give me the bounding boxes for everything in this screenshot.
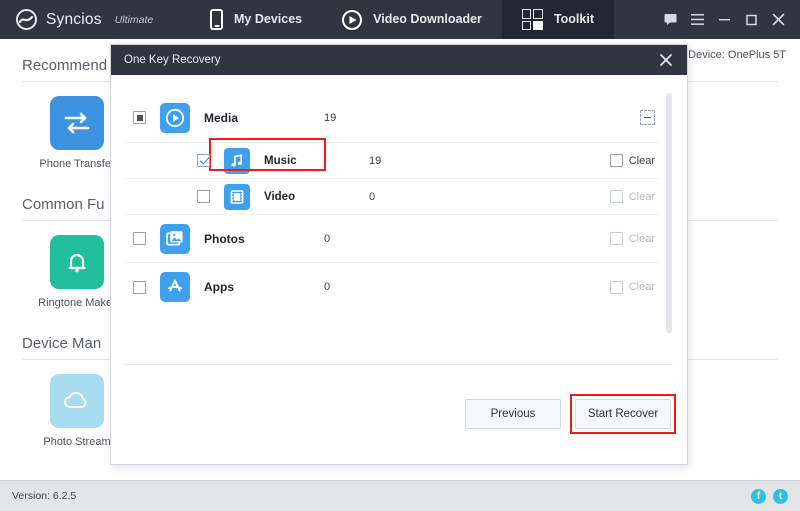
checkbox-clear-apps: [609, 280, 623, 294]
clear-control-music[interactable]: Clear: [609, 154, 659, 167]
syncios-logo-icon: [16, 9, 37, 30]
clear-label-apps: Clear: [628, 281, 655, 293]
row-label-music: Music: [264, 154, 297, 167]
maximize-icon[interactable]: [738, 0, 765, 39]
row-label-video: Video: [264, 190, 296, 203]
start-recover-button-wrap: Start Recover: [570, 394, 676, 434]
brand: Syncios Ultimate: [0, 0, 190, 39]
clear-label-music: Clear: [628, 154, 655, 167]
checkbox-photos[interactable]: [133, 232, 146, 245]
twitter-icon[interactable]: t: [773, 488, 788, 504]
tab-video-downloader[interactable]: Video Downloader: [322, 0, 502, 39]
tab-toolkit-label: Toolkit: [553, 12, 594, 27]
phone-icon: [210, 9, 223, 30]
checkbox-video[interactable]: [197, 190, 210, 203]
brand-edition: Ultimate: [114, 13, 154, 26]
clear-label-photos: Clear: [628, 232, 655, 245]
table-row[interactable]: Media 19: [125, 93, 659, 143]
modal-title: One Key Recovery: [124, 54, 221, 66]
checkbox-clear-photos: [609, 232, 623, 245]
row-label-photos: Photos: [204, 231, 245, 246]
version-label: Version: 6.2.5: [12, 490, 77, 502]
collapse-icon[interactable]: [640, 110, 655, 125]
tab-my-devices-label: My Devices: [234, 12, 303, 27]
transfer-arrows-icon: [50, 96, 104, 150]
row-count-music: 19: [369, 154, 382, 167]
title-bar: Syncios Ultimate My Devices Video Downlo…: [0, 0, 800, 39]
row-label-apps: Apps: [204, 280, 234, 294]
previous-button[interactable]: Previous: [465, 399, 561, 429]
facebook-icon[interactable]: f: [751, 488, 766, 504]
feedback-icon[interactable]: [657, 0, 684, 39]
one-key-recovery-dialog: One Key Recovery Media 19 Music 19 Clear…: [110, 44, 688, 465]
syncios-window: Syncios Ultimate My Devices Video Downlo…: [0, 0, 800, 511]
checkbox-clear-music[interactable]: [609, 154, 623, 167]
row-count-photos: 0: [324, 232, 331, 245]
minimize-icon[interactable]: [711, 0, 738, 39]
grid-icon: [521, 9, 543, 30]
row-count-video: 0: [369, 190, 376, 203]
row-count-apps: 0: [324, 281, 331, 293]
bell-icon: [50, 235, 104, 289]
scrollbar[interactable]: [665, 93, 673, 355]
clear-control-photos: Clear: [609, 232, 659, 245]
clear-control-apps: Clear: [609, 280, 659, 294]
modal-header: One Key Recovery: [111, 45, 687, 75]
social-links: f t: [751, 488, 788, 504]
cloud-icon: [50, 374, 104, 428]
checkbox-music[interactable]: [197, 154, 210, 167]
clear-control-video: Clear: [609, 190, 659, 203]
start-recover-button[interactable]: Start Recover: [575, 399, 671, 429]
table-row[interactable]: Music 19 Clear: [125, 138, 659, 179]
checkbox-media[interactable]: [133, 111, 146, 124]
tab-my-devices[interactable]: My Devices: [190, 0, 322, 39]
tab-video-downloader-label: Video Downloader: [373, 12, 482, 27]
play-circle-icon: [342, 9, 363, 30]
modal-footer: Previous Start Recover: [111, 382, 687, 464]
brand-name: Syncios: [46, 10, 102, 28]
menu-icon[interactable]: [684, 0, 711, 39]
close-icon[interactable]: [655, 49, 677, 71]
close-icon[interactable]: [765, 0, 792, 39]
tab-toolkit[interactable]: Toolkit: [501, 0, 614, 39]
modal-body: Media 19 Music 19 Clear Video 0 Clear Ph…: [111, 75, 687, 382]
photo-icon: [160, 223, 190, 254]
main-nav: My Devices Video Downloader Toolkit: [190, 0, 657, 39]
table-row[interactable]: Photos 0 Clear: [125, 215, 659, 263]
music-note-icon: [224, 147, 250, 174]
clear-label-video: Clear: [628, 190, 655, 203]
row-count-media: 19: [324, 111, 337, 124]
window-controls: [657, 0, 800, 39]
checkbox-apps[interactable]: [133, 280, 146, 294]
film-strip-icon: [224, 183, 250, 210]
device-label: Device: OnePlus 5T: [688, 49, 786, 61]
row-label-media: Media: [204, 110, 239, 125]
table-row[interactable]: Video 0 Clear: [125, 179, 659, 215]
previous-button-wrap: Previous: [465, 399, 561, 429]
play-circle-icon: [160, 102, 190, 133]
checkbox-clear-video: [609, 190, 623, 203]
recovery-type-list: Media 19 Music 19 Clear Video 0 Clear Ph…: [125, 93, 673, 365]
app-store-icon: [160, 272, 190, 302]
scrollbar-thumb[interactable]: [666, 93, 672, 333]
status-bar: Version: 6.2.5 f t: [0, 480, 800, 511]
table-row[interactable]: Apps 0 Clear: [125, 263, 659, 311]
